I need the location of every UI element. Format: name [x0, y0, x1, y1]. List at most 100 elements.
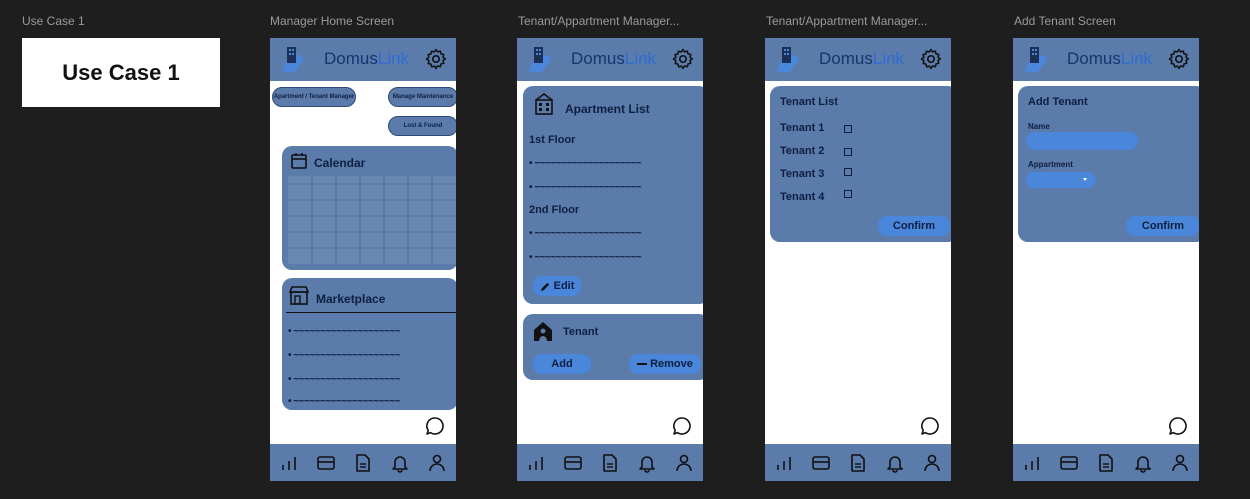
- tenant-checkbox[interactable]: [844, 148, 852, 156]
- marketplace-divider: [286, 312, 456, 313]
- frame-label-add-tenant: Add Tenant Screen: [1014, 14, 1116, 28]
- chevron-down-icon: [1083, 178, 1087, 181]
- building-icon: [535, 93, 553, 115]
- calendar-icon: [291, 153, 307, 169]
- tenant-row-3: Tenant 3: [780, 168, 825, 180]
- bottom-nav: [765, 444, 951, 481]
- document-icon[interactable]: [848, 453, 868, 473]
- chat-icon[interactable]: [1167, 415, 1189, 437]
- apartment-tenant-manager-button[interactable]: Apartment / Tenant Manager: [272, 87, 356, 107]
- marketplace-item[interactable]: • ~~~~~~~~~~~~~~~~~~~~: [288, 326, 401, 337]
- apartment-item[interactable]: • ~~~~~~~~~~~~~~~~~~~~: [529, 182, 642, 193]
- app-header: DomusLink: [270, 38, 456, 81]
- apartment-select[interactable]: [1026, 172, 1096, 188]
- apartment-list-card: Apartment List 1st Floor • ~~~~~~~~~~~~~…: [523, 86, 703, 304]
- lost-and-found-button[interactable]: Lost & Found: [388, 116, 456, 136]
- confirm-button[interactable]: Confirm: [1126, 216, 1199, 236]
- bell-icon[interactable]: [637, 453, 657, 473]
- tenant-card: Tenant Add Remove: [523, 314, 703, 380]
- edit-button[interactable]: Edit: [533, 276, 581, 296]
- use-case-card: Use Case 1: [22, 38, 220, 107]
- brand-title: DomusLink: [324, 49, 410, 68]
- add-tenant-screen: DomusLink Add Tenant Name Appartment Con…: [1013, 38, 1199, 481]
- card-icon[interactable]: [563, 453, 583, 473]
- tenant-checkbox[interactable]: [844, 125, 852, 133]
- confirm-button[interactable]: Confirm: [878, 216, 950, 236]
- card-icon[interactable]: [811, 453, 831, 473]
- logo-icon: [528, 47, 552, 73]
- remove-tenant-button[interactable]: Remove: [629, 354, 701, 374]
- gear-icon[interactable]: [424, 47, 448, 71]
- tenant-checkbox[interactable]: [844, 190, 852, 198]
- chat-icon[interactable]: [424, 415, 446, 437]
- chart-icon[interactable]: [279, 453, 299, 473]
- gear-icon[interactable]: [671, 47, 695, 71]
- user-icon[interactable]: [427, 453, 447, 473]
- apartment-item[interactable]: • ~~~~~~~~~~~~~~~~~~~~: [529, 252, 642, 263]
- document-icon[interactable]: [1096, 453, 1116, 473]
- frame-label-manager-home: Manager Home Screen: [270, 14, 395, 28]
- card-icon[interactable]: [1059, 453, 1079, 473]
- calendar-grid[interactable]: [288, 176, 456, 264]
- calendar-card[interactable]: Calendar: [282, 146, 456, 270]
- manage-maintenance-button[interactable]: Manage Maintenance: [388, 87, 456, 107]
- marketplace-item[interactable]: • ~~~~~~~~~~~~~~~~~~~~: [288, 350, 401, 361]
- tenant-checkbox[interactable]: [844, 168, 852, 176]
- minus-icon: [637, 363, 648, 365]
- user-icon[interactable]: [922, 453, 942, 473]
- document-icon[interactable]: [353, 453, 373, 473]
- tenant-row-4: Tenant 4: [780, 191, 825, 203]
- chat-icon[interactable]: [919, 415, 941, 437]
- brand-title: DomusLink: [571, 49, 657, 68]
- app-header: DomusLink: [517, 38, 703, 81]
- tenant-list-screen: DomusLink Tenant List Tenant 1 Tenant 2 …: [765, 38, 951, 481]
- chart-icon[interactable]: [774, 453, 794, 473]
- user-icon[interactable]: [674, 453, 694, 473]
- document-icon[interactable]: [600, 453, 620, 473]
- apartment-list-title: Apartment List: [565, 102, 650, 116]
- manager-home-screen: DomusLink Apartment / Tenant Manager Man…: [270, 38, 456, 481]
- marketplace-item[interactable]: • ~~~~~~~~~~~~~~~~~~~~: [288, 374, 401, 385]
- marketplace-card[interactable]: Marketplace • ~~~~~~~~~~~~~~~~~~~~ • ~~~…: [282, 278, 456, 410]
- bell-icon[interactable]: [885, 453, 905, 473]
- logo-icon: [1024, 47, 1048, 73]
- house-person-icon: [534, 322, 552, 341]
- frame-label-tenant-manager-2: Tenant/Appartment Manager...: [766, 14, 928, 28]
- add-tenant-card: Add Tenant Name Appartment Confirm: [1018, 86, 1199, 242]
- marketplace-item[interactable]: • ~~~~~~~~~~~~~~~~~~~~: [288, 396, 401, 407]
- apartment-label: Appartment: [1028, 160, 1073, 169]
- tenant-row-1: Tenant 1: [780, 122, 825, 134]
- app-header: DomusLink: [1013, 38, 1199, 81]
- bell-icon[interactable]: [390, 453, 410, 473]
- bell-icon[interactable]: [1133, 453, 1153, 473]
- add-tenant-title: Add Tenant: [1028, 96, 1088, 108]
- brand-title: DomusLink: [819, 49, 905, 68]
- name-input[interactable]: [1026, 132, 1138, 150]
- gear-icon[interactable]: [919, 47, 943, 71]
- chart-icon[interactable]: [1022, 453, 1042, 473]
- brand-title: DomusLink: [1067, 49, 1153, 68]
- apartment-item[interactable]: • ~~~~~~~~~~~~~~~~~~~~: [529, 158, 642, 169]
- calendar-title: Calendar: [314, 156, 366, 170]
- logo-icon: [776, 47, 800, 73]
- frame-label-use-case: Use Case 1: [22, 14, 85, 28]
- name-label: Name: [1028, 122, 1050, 131]
- add-tenant-button[interactable]: Add: [533, 354, 591, 374]
- app-header: DomusLink: [765, 38, 951, 81]
- card-icon[interactable]: [316, 453, 336, 473]
- frame-label-tenant-manager-1: Tenant/Appartment Manager...: [518, 14, 680, 28]
- tenant-list-card: Tenant List Tenant 1 Tenant 2 Tenant 3 T…: [770, 86, 951, 242]
- logo-icon: [281, 47, 305, 73]
- pencil-icon: [540, 282, 549, 291]
- tenant-title: Tenant: [563, 326, 599, 338]
- bottom-nav: [270, 444, 456, 481]
- tenant-list-title: Tenant List: [780, 96, 838, 108]
- tenant-row-2: Tenant 2: [780, 145, 825, 157]
- gear-icon[interactable]: [1167, 47, 1191, 71]
- floor-1-label: 1st Floor: [529, 134, 576, 146]
- chart-icon[interactable]: [526, 453, 546, 473]
- chat-icon[interactable]: [671, 415, 693, 437]
- apartment-item[interactable]: • ~~~~~~~~~~~~~~~~~~~~: [529, 228, 642, 239]
- marketplace-title: Marketplace: [316, 292, 386, 306]
- user-icon[interactable]: [1170, 453, 1190, 473]
